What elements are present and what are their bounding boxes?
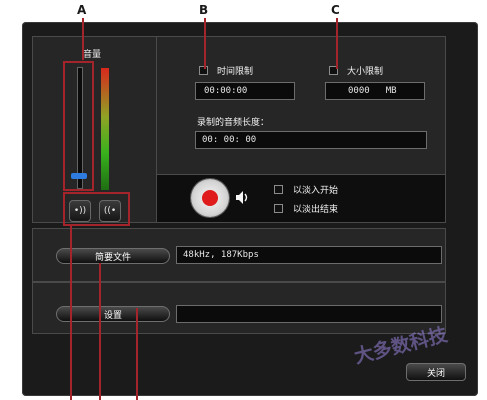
- callout-a-line: [82, 18, 84, 60]
- limits-panel: 时间限制 00:00:00 大小限制 0000 MB 录制的音频长度： 00: …: [156, 36, 446, 176]
- callout-b-line: [204, 18, 206, 69]
- record-button[interactable]: [191, 179, 229, 217]
- callout-b: B: [199, 3, 209, 17]
- time-limit-label: 时间限制: [217, 67, 254, 77]
- callout-a: A: [77, 3, 87, 17]
- volume-label: 音量: [83, 50, 102, 60]
- time-limit-field[interactable]: 00:00:00: [195, 82, 295, 100]
- settings-panel: 设置: [32, 282, 446, 334]
- speaker-icon[interactable]: [235, 190, 250, 205]
- callout-c: C: [331, 3, 340, 17]
- record-length-field: 00: 00: 00: [195, 131, 427, 149]
- callout-line-right: [136, 308, 138, 400]
- callout-c-line: [336, 18, 338, 69]
- settings-button[interactable]: 设置: [56, 306, 170, 322]
- fade-in-label: 以淡入开始: [293, 186, 339, 196]
- close-button[interactable]: 关闭: [406, 363, 466, 381]
- record-panel: 以淡入开始 以淡出结束: [156, 174, 446, 223]
- fade-in-checkbox[interactable]: [274, 185, 283, 194]
- record-icon: [202, 190, 218, 206]
- settings-value-field: [176, 305, 442, 323]
- callout-a-box: [63, 61, 94, 191]
- callout-line-mid: [99, 263, 101, 400]
- record-length-label: 录制的音频长度：: [197, 118, 270, 128]
- size-limit-field[interactable]: 0000 MB: [325, 82, 425, 100]
- summary-button[interactable]: 简要文件: [56, 248, 170, 264]
- summary-panel: 简要文件 48kHz, 187Kbps: [32, 228, 446, 282]
- level-meter: [101, 68, 109, 190]
- size-limit-label: 大小限制: [347, 67, 384, 77]
- callout-line-left: [70, 226, 72, 400]
- summary-value-field: 48kHz, 187Kbps: [176, 246, 442, 264]
- fade-out-checkbox[interactable]: [274, 204, 283, 213]
- callout-broadcast-box: [63, 192, 130, 226]
- fade-out-label: 以淡出结束: [293, 205, 339, 215]
